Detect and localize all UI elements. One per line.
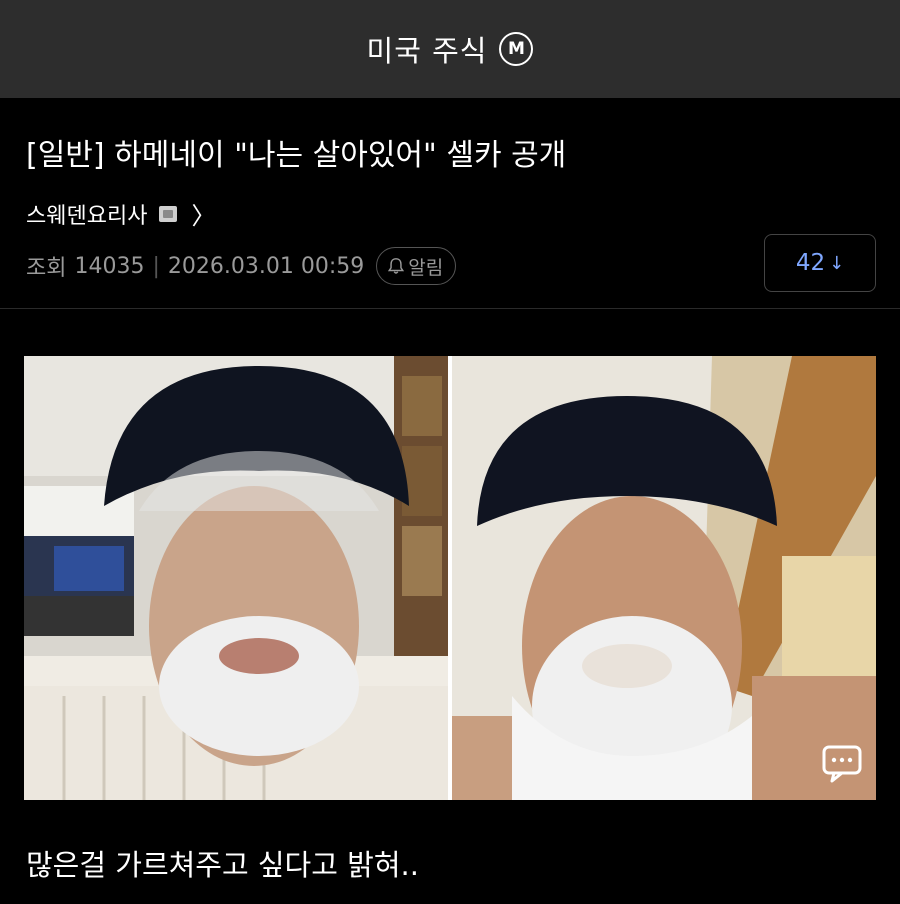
post-caption: 많은걸 가르쳐주고 싶다고 밝혀.. (26, 848, 419, 882)
post-datetime: 2026.03.01 00:59 (167, 253, 365, 279)
author-name[interactable]: 스웨덴요리사 (26, 198, 147, 230)
arrow-down-icon: ↓ (829, 252, 845, 274)
m-badge-icon: M (499, 32, 534, 66)
chat-bubble-icon[interactable] (820, 742, 864, 786)
bell-icon (388, 258, 405, 274)
alarm-label: 알림 (408, 256, 444, 279)
selfie-photo-left (24, 356, 448, 800)
comments-button[interactable]: 42 ↓ (764, 234, 876, 292)
views-label: 조회 (26, 256, 67, 281)
views-count: 14035 (74, 253, 145, 279)
selfie-photo-right (452, 356, 876, 800)
divider (0, 308, 900, 309)
meta-divider: | (152, 253, 160, 279)
alarm-button[interactable]: 알림 (376, 247, 457, 285)
image-badge-icon (159, 205, 178, 222)
post-meta: 조회 14035 | 2026.03.01 00:59 알림 (26, 246, 457, 286)
post-title: [일반] 하메네이 "나는 살아있어" 셀카 공개 (26, 138, 567, 173)
post-image[interactable] (24, 356, 876, 800)
chevron-right-icon[interactable]: 〉 (191, 196, 215, 231)
board-title[interactable]: 미국 주식 (367, 28, 488, 70)
top-bar: 미국 주식 M (0, 0, 900, 98)
comments-count: 42 (795, 250, 826, 276)
author-row[interactable]: 스웨덴요리사 〉 (26, 196, 215, 231)
